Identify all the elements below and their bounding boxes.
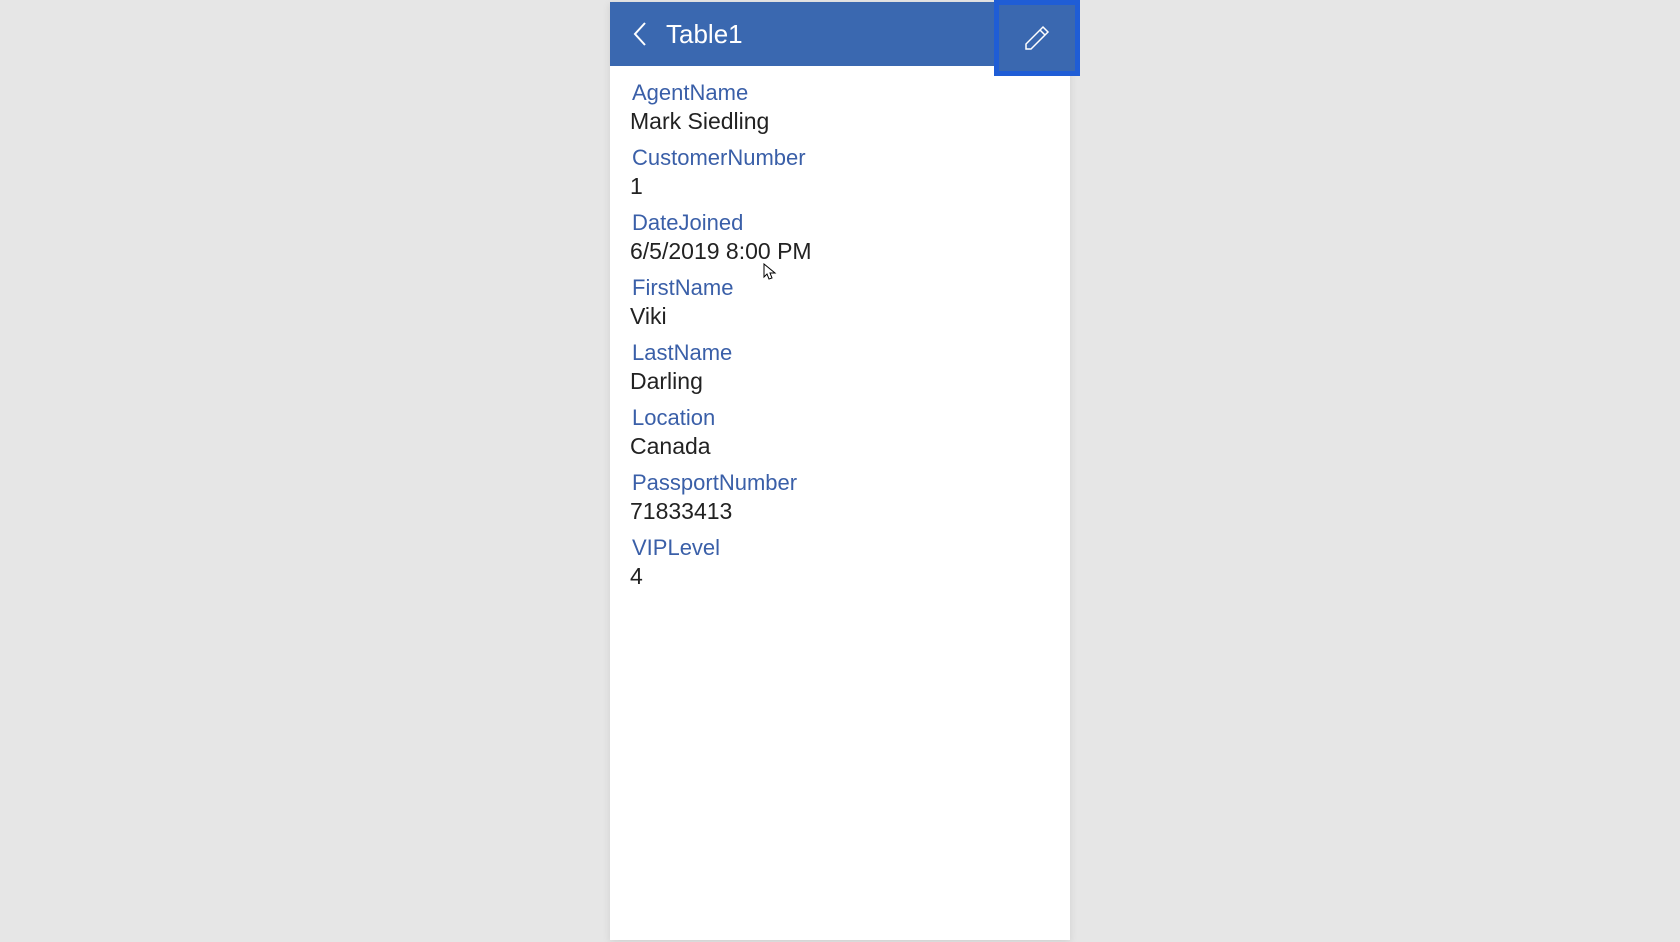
- field-value: Mark Siedling: [630, 108, 1048, 135]
- header-bar: Table1: [610, 2, 1070, 66]
- field-label: PassportNumber: [632, 470, 1048, 496]
- field-viplevel: VIPLevel 4: [632, 535, 1048, 590]
- pencil-icon: [1023, 24, 1051, 52]
- field-value: 6/5/2019 8:00 PM: [630, 238, 1048, 265]
- detail-content: AgentName Mark Siedling CustomerNumber 1…: [610, 66, 1070, 614]
- chevron-left-icon: [631, 19, 649, 49]
- field-value: Darling: [630, 368, 1048, 395]
- field-label: VIPLevel: [632, 535, 1048, 561]
- field-firstname: FirstName Viki: [632, 275, 1048, 330]
- page-title: Table1: [666, 19, 1010, 50]
- field-value: Canada: [630, 433, 1048, 460]
- field-label: DateJoined: [632, 210, 1048, 236]
- field-customernumber: CustomerNumber 1: [632, 145, 1048, 200]
- field-label: CustomerNumber: [632, 145, 1048, 171]
- field-label: FirstName: [632, 275, 1048, 301]
- field-label: Location: [632, 405, 1048, 431]
- edit-button[interactable]: [1012, 13, 1062, 63]
- field-value: Viki: [630, 303, 1048, 330]
- field-agentname: AgentName Mark Siedling: [632, 80, 1048, 135]
- field-label: LastName: [632, 340, 1048, 366]
- field-location: Location Canada: [632, 405, 1048, 460]
- field-label: AgentName: [632, 80, 1048, 106]
- field-datejoined: DateJoined 6/5/2019 8:00 PM: [632, 210, 1048, 265]
- field-value: 1: [630, 173, 1048, 200]
- field-value: 4: [630, 563, 1048, 590]
- field-lastname: LastName Darling: [632, 340, 1048, 395]
- back-button[interactable]: [620, 9, 660, 59]
- app-container: Table1 AgentName Mark Siedling CustomerN…: [610, 2, 1070, 940]
- field-passportnumber: PassportNumber 71833413: [632, 470, 1048, 525]
- field-value: 71833413: [630, 498, 1048, 525]
- edit-button-highlight: [994, 0, 1080, 76]
